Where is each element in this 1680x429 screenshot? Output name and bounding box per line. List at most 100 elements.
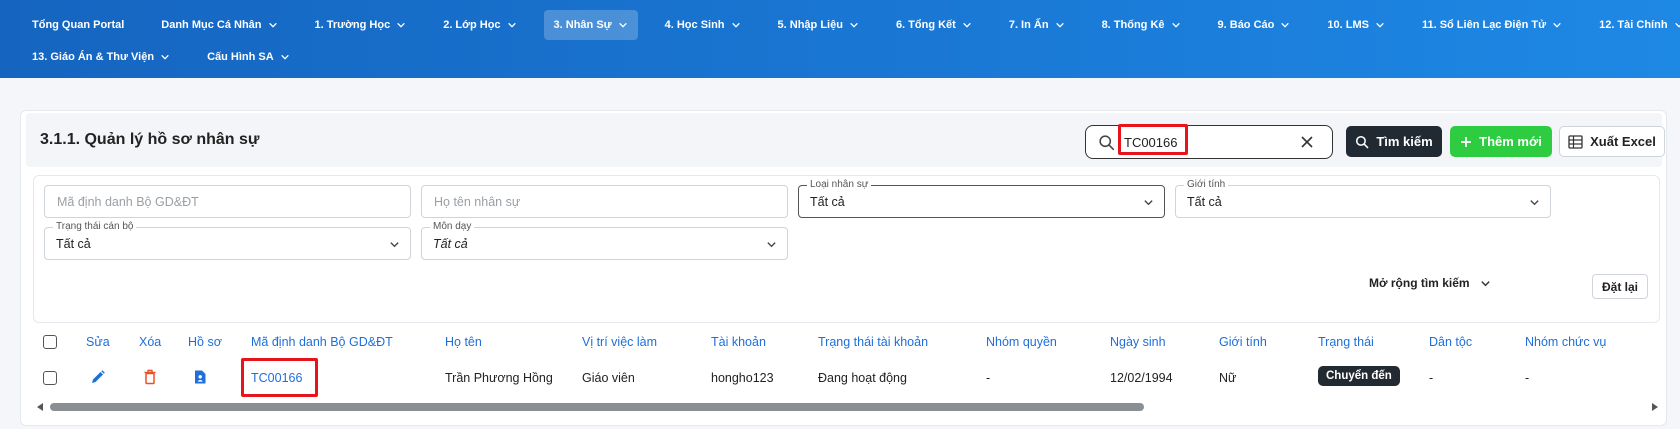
ho-ten-filter[interactable]: Họ tên nhân sự: [421, 185, 788, 218]
column-header-nhom-quyen[interactable]: Nhóm quyền: [986, 335, 1057, 349]
search-button-label: Tìm kiếm: [1376, 134, 1433, 149]
nav-item-5-nhap-lieu[interactable]: 5. Nhập Liệu: [768, 10, 869, 40]
dan-toc-cell: -: [1429, 371, 1434, 385]
chevron-down-icon: [1281, 22, 1290, 28]
nav-item-6-tong-ket[interactable]: 6. Tổng Kết: [886, 10, 982, 40]
chevron-down-icon: [1144, 200, 1153, 206]
nav-item-tong-quan-portal[interactable]: Tổng Quan Portal: [22, 10, 134, 40]
mon-day-select[interactable]: Môn dạy Tất cả: [421, 221, 788, 260]
chevron-down-icon: [397, 22, 406, 28]
trang-thai-tk-cell: Đang hoạt động: [818, 371, 907, 385]
trang-thai-can-bo-label: Trạng thái cán bộ: [53, 221, 137, 233]
chevron-down-icon: [161, 54, 169, 60]
chevron-down-icon: [1171, 22, 1180, 28]
gioi-tinh-cell: Nữ: [1219, 371, 1237, 385]
chevron-down-icon: [1553, 22, 1561, 28]
export-excel-button[interactable]: Xuất Excel: [1559, 126, 1665, 157]
nhom-chuc-vu-cell: -: [1525, 371, 1530, 385]
profile-document-icon[interactable]: [192, 369, 208, 385]
chevron-down-icon: [280, 54, 289, 60]
nav-item-11-so-lien-lac-dien-tu[interactable]: 11. Sổ Liên Lạc Điện Tử: [1412, 10, 1572, 40]
add-new-button[interactable]: Thêm mới: [1450, 126, 1552, 157]
top-navigation: Tổng Quan Portal Danh Mục Cá Nhân 1. Trườn…: [0, 0, 1680, 78]
loai-nhan-su-select[interactable]: Loại nhân sự Tất cả: [798, 179, 1165, 218]
column-header-ho-so[interactable]: Hồ sơ: [188, 335, 222, 349]
column-header-vi-tri[interactable]: Vị trí việc làm: [582, 335, 657, 349]
nav-row-1: Tổng Quan Portal Danh Mục Cá Nhân 1. Trườn…: [22, 10, 1680, 40]
nav-item-danh-muc-ca-nhan[interactable]: Danh Mục Cá Nhân: [151, 10, 287, 40]
nav-item-3-nhan-su[interactable]: 3. Nhân Sự: [543, 10, 638, 40]
chevron-down-icon: [618, 22, 627, 28]
nav-item-label: 11. Sổ Liên Lạc Điện Tử: [1421, 19, 1547, 31]
search-input[interactable]: [1120, 131, 1300, 153]
reset-button[interactable]: Đặt lại: [1592, 274, 1648, 299]
chevron-down-icon: [390, 242, 399, 248]
add-new-button-label: Thêm mới: [1479, 134, 1542, 149]
close-icon[interactable]: [1300, 135, 1314, 149]
column-header-dan-toc[interactable]: Dân tộc: [1429, 335, 1472, 349]
nav-item-8-thong-ke[interactable]: 8. Thống Kê: [1092, 10, 1191, 40]
scroll-right-arrow-icon[interactable]: [1650, 402, 1660, 412]
loai-nhan-su-value: Tất cả: [810, 195, 845, 209]
ho-ten-cell: Trần Phương Hồng: [445, 371, 553, 385]
row-checkbox[interactable]: [43, 371, 57, 385]
nav-item-label: 7. In Ấn: [1008, 19, 1049, 31]
ma-dinh-danh-cell-link[interactable]: TC00166: [251, 371, 302, 385]
nav-item-label: 10. LMS: [1327, 19, 1369, 31]
gioi-tinh-label: Giới tính: [1184, 179, 1229, 191]
mon-day-label: Môn dạy: [430, 221, 475, 233]
loai-nhan-su-label: Loại nhân sự: [807, 179, 872, 191]
column-header-ho-ten[interactable]: Họ tên: [445, 335, 482, 349]
nav-item-label: 13. Giáo Án & Thư Viện: [32, 51, 155, 63]
expand-search-toggle[interactable]: Mở rộng tìm kiếm: [1369, 276, 1491, 290]
nav-item-label: Danh Mục Cá Nhân: [161, 19, 262, 31]
column-header-tai-khoan[interactable]: Tài khoản: [711, 335, 766, 349]
column-header-trang-thai[interactable]: Trạng thái: [1318, 335, 1374, 349]
chevron-down-icon: [1674, 22, 1680, 28]
column-header-trang-thai-tk[interactable]: Trạng thái tài khoản: [818, 335, 928, 349]
nav-item-label: 4. Học Sinh: [664, 19, 725, 31]
scroll-left-arrow-icon[interactable]: [35, 402, 45, 412]
nav-item-label: 2. Lớp Học: [443, 19, 501, 31]
column-header-sua[interactable]: Sửa: [86, 335, 110, 349]
expand-search-label: Mở rộng tìm kiếm: [1369, 276, 1470, 290]
column-header-xoa[interactable]: Xóa: [139, 335, 161, 349]
chevron-down-icon: [963, 22, 971, 28]
filter-panel: Mã định danh Bộ GD&ĐT Họ tên nhân sự Loạ…: [33, 175, 1660, 323]
nav-item-label: Cấu Hình SA: [207, 51, 274, 63]
nav-item-12-tai-chinh[interactable]: 12. Tài Chính: [1589, 10, 1680, 40]
nav-item-1-truong-hoc[interactable]: 1. Trường Học: [305, 10, 417, 40]
ngay-sinh-cell: 12/02/1994: [1110, 371, 1173, 385]
delete-trash-icon[interactable]: [142, 369, 158, 385]
edit-pencil-icon[interactable]: [90, 369, 106, 385]
nav-item-label: 1. Trường Học: [314, 19, 391, 31]
search-icon: [1099, 135, 1115, 151]
trang-thai-can-bo-select[interactable]: Trạng thái cán bộ Tất cả: [44, 221, 411, 260]
column-header-ma-dinh-danh[interactable]: Mã định danh Bộ GD&ĐT: [251, 335, 393, 349]
nhom-quyen-cell: -: [986, 371, 991, 385]
nav-item-9-bao-cao[interactable]: 9. Báo Cáo: [1208, 10, 1301, 40]
horizontal-scrollbar[interactable]: [35, 401, 1660, 413]
excel-icon: [1568, 134, 1583, 149]
staff-profile-card: 3.1.1. Quản lý hồ sơ nhân sự Tìm kiếm: [20, 110, 1667, 426]
column-header-gioi-tinh[interactable]: Giới tính: [1219, 335, 1267, 349]
nav-item-label: 12. Tài Chính: [1599, 19, 1668, 31]
nav-row-2: 13. Giáo Án & Thư Viện Cấu Hình SA: [22, 42, 317, 72]
nav-item-4-hoc-sinh[interactable]: 4. Học Sinh: [655, 10, 751, 40]
gioi-tinh-value: Tất cả: [1187, 195, 1222, 209]
nav-item-13-giao-an-thu-vien[interactable]: 13. Giáo Án & Thư Viện: [22, 42, 180, 72]
chevron-down-icon: [1480, 280, 1490, 286]
nav-item-cau-hinh-sa[interactable]: Cấu Hình SA: [197, 42, 300, 72]
column-header-ngay-sinh[interactable]: Ngày sinh: [1110, 335, 1166, 349]
nav-item-7-in-an[interactable]: 7. In Ấn: [999, 10, 1075, 40]
gioi-tinh-select[interactable]: Giới tính Tất cả: [1175, 179, 1551, 218]
select-all-checkbox[interactable]: [43, 335, 57, 349]
scrollbar-thumb[interactable]: [50, 403, 1144, 411]
search-button[interactable]: Tìm kiếm: [1346, 126, 1442, 157]
chevron-down-icon: [1376, 22, 1384, 28]
column-header-nhom-chuc-vu[interactable]: Nhóm chức vụ: [1525, 335, 1606, 349]
ma-dinh-danh-filter[interactable]: Mã định danh Bộ GD&ĐT: [44, 185, 411, 218]
nav-item-10-lms[interactable]: 10. LMS: [1317, 10, 1395, 40]
chevron-down-icon: [1055, 22, 1064, 28]
nav-item-2-lop-hoc[interactable]: 2. Lớp Học: [433, 10, 526, 40]
